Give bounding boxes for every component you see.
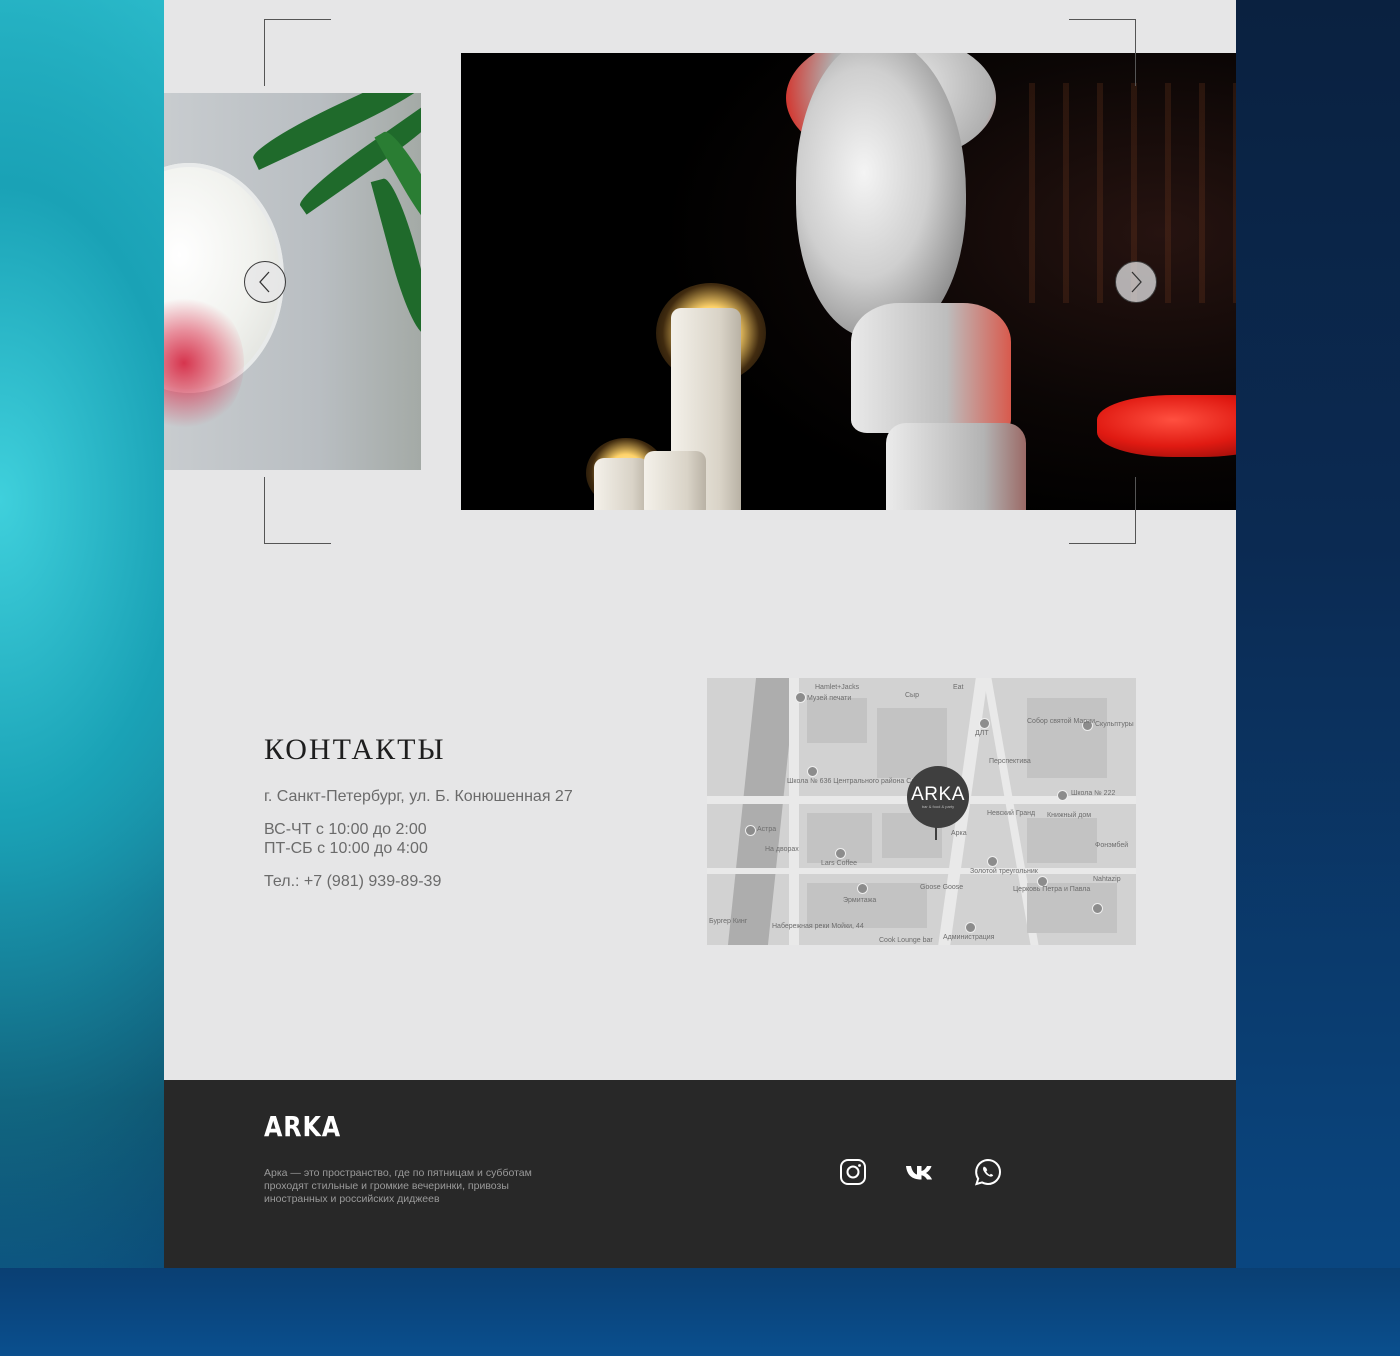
map-label: Nahtazip <box>1093 876 1121 883</box>
map-label: Эрмитажа <box>843 897 877 904</box>
map-poi-icon <box>979 718 990 729</box>
map-poi-icon <box>987 856 998 867</box>
gallery-slide-cocktail[interactable] <box>164 93 421 470</box>
map-pin-tail <box>935 826 937 840</box>
map-label: Бургер Кинг <box>709 918 748 925</box>
frame-corner-bottom-left <box>264 477 331 544</box>
map-label: Арка <box>951 830 967 837</box>
background-bottom <box>0 1268 1400 1356</box>
contact-hours-weekend: ПТ-СБ с 10:00 до 4:00 <box>264 840 428 857</box>
frame-corner-bottom-right <box>1069 477 1136 544</box>
map-poi-icon <box>745 825 756 836</box>
map-label: Школа № 636 Центрального района Санкт <box>787 778 926 785</box>
bust-base-image <box>886 423 1026 510</box>
map-label: Eat <box>953 684 964 691</box>
red-seat-image <box>1097 395 1236 457</box>
map-block <box>1027 698 1107 778</box>
frame-corner-top-right <box>1069 19 1136 86</box>
chevron-left-icon <box>259 271 270 293</box>
bust-neck-image <box>851 303 1011 433</box>
page-content: КОНТАКТЫ г. Санкт-Петербург, ул. Б. Коню… <box>164 0 1236 1268</box>
map-label: Перспектива <box>989 758 1031 765</box>
map-label: Goose Goose <box>920 884 964 891</box>
whatsapp-icon <box>974 1158 1001 1186</box>
map-pin-logo: ARKA <box>911 783 965 805</box>
contact-hours-weekdays: ВС-ЧТ с 10:00 до 2:00 <box>264 821 427 838</box>
map-label: Школа № 222 <box>1071 790 1116 797</box>
map-label: Набережная реки Мойки, 44 <box>772 923 864 930</box>
bust-head-image <box>796 53 966 338</box>
map-poi-icon <box>807 766 818 777</box>
footer-description: Арка — это пространство, где по пятницам… <box>264 1167 532 1205</box>
map-poi-icon <box>965 922 976 933</box>
map-poi-icon <box>857 883 868 894</box>
candle-short <box>594 458 649 510</box>
gallery-prev-button[interactable] <box>244 261 286 303</box>
contact-phone[interactable]: Тел.: +7 (981) 939-89-39 <box>264 872 441 891</box>
map-label: Скульптуры <box>1095 721 1134 728</box>
map-label: Lars Coffee <box>821 860 858 867</box>
map-label: Музей печати <box>807 695 852 702</box>
footer: ARKA Арка — это пространство, где по пят… <box>164 1080 1236 1268</box>
map-pin-subtitle: bar & food & party <box>921 803 955 809</box>
vk-icon <box>906 1166 932 1180</box>
map-label: ДЛТ <box>975 730 989 737</box>
map-label: Золотой треугольник <box>970 868 1038 875</box>
map-road <box>707 868 1136 874</box>
candle-short <box>644 451 706 510</box>
map-label: Невский Гранд <box>987 810 1036 817</box>
map-label: На дворах <box>765 846 799 853</box>
map-label: Hamlet+Jacks <box>815 684 860 691</box>
map-label: Сыр <box>905 692 919 699</box>
whatsapp-link[interactable] <box>973 1157 1003 1187</box>
background-right <box>1236 0 1400 1356</box>
gallery-next-button[interactable] <box>1115 261 1157 303</box>
map-river <box>727 678 797 945</box>
map-location-pin[interactable]: ARKA bar & food & party <box>907 766 969 828</box>
map-block <box>1027 818 1097 863</box>
map-label: Собор святой Марии <box>1027 718 1096 725</box>
footer-logo[interactable]: ARKA <box>264 1110 341 1143</box>
location-map[interactable]: Hamlet+Jacks Музей печати Сыр Eat Собор … <box>707 678 1136 945</box>
map-label: Фонэмбей <box>1095 842 1129 849</box>
map-poi-icon <box>1057 790 1068 801</box>
instagram-icon <box>840 1159 866 1185</box>
instagram-link[interactable] <box>838 1157 868 1187</box>
map-label: Церковь Петра и Павла <box>1013 886 1091 893</box>
map-label: Cook Lounge bar <box>879 937 933 944</box>
map-label: Астра <box>757 826 777 833</box>
contacts-title: КОНТАКТЫ <box>264 733 446 766</box>
map-label: Книжный дом <box>1047 812 1092 819</box>
map-block <box>807 698 867 743</box>
contact-address: г. Санкт-Петербург, ул. Б. Конюшенная 27 <box>264 788 573 805</box>
map-poi-icon <box>795 692 806 703</box>
frame-corner-top-left <box>264 19 331 86</box>
map-road <box>789 678 799 945</box>
map-poi-icon <box>835 848 846 859</box>
chevron-right-icon <box>1131 271 1142 293</box>
map-label: Администрация <box>943 934 995 941</box>
map-poi-icon <box>1092 903 1103 914</box>
vk-link[interactable] <box>904 1157 934 1187</box>
